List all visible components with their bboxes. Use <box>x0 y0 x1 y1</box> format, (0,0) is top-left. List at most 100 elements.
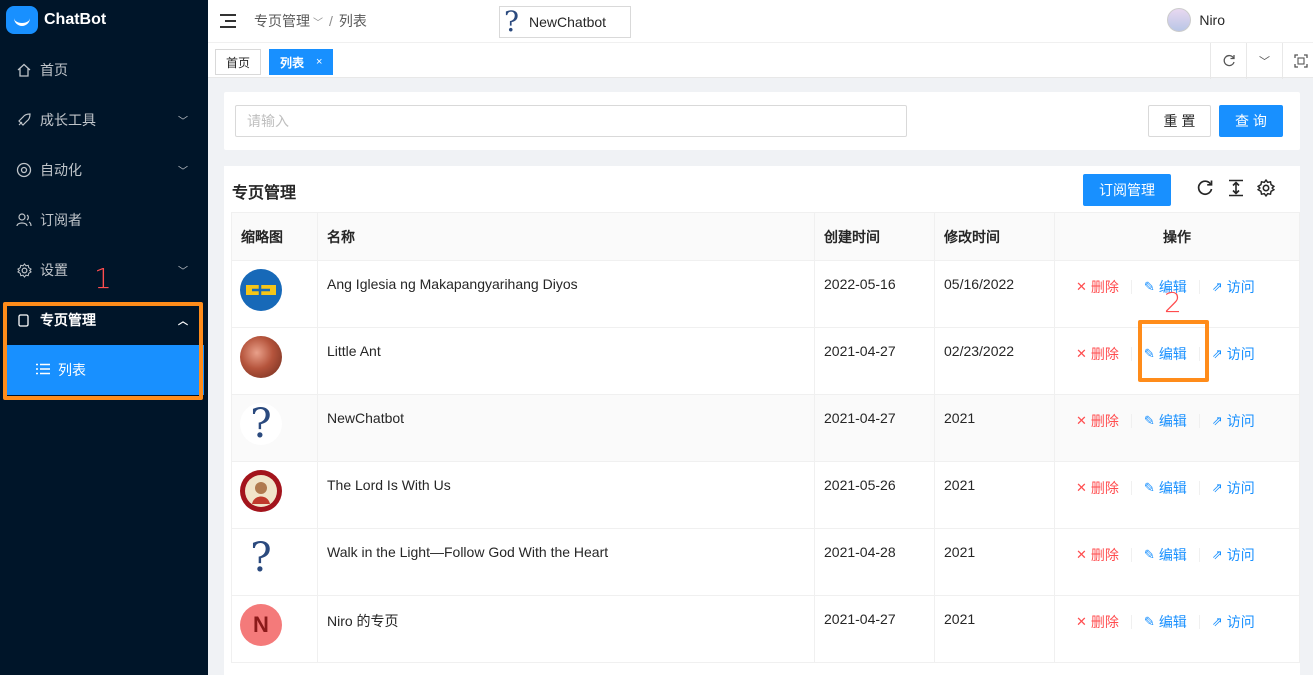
app-name: ChatBot <box>44 11 107 28</box>
edit-icon: ✎ <box>1143 480 1155 495</box>
avatar <box>1167 8 1192 32</box>
reload-tab-button[interactable] <box>1210 43 1246 79</box>
column-header-created: 创建时间 <box>814 212 935 261</box>
modified-cell: 2021 <box>934 528 1055 596</box>
settings-icon[interactable] <box>1256 178 1276 198</box>
tab-home[interactable]: 首页 <box>215 49 262 75</box>
question-mark-thumbnail: ? <box>240 403 282 445</box>
column-height-icon[interactable] <box>1226 178 1246 198</box>
delete-button[interactable]: ✕ 删除 <box>1076 277 1119 297</box>
home-icon <box>16 62 32 78</box>
sidebar-item-subscribers[interactable]: 订阅者 <box>0 195 208 245</box>
breadcrumb-parent[interactable]: 专页管理 <box>254 11 310 31</box>
thumbnail-cell <box>231 327 318 395</box>
pages-table: 缩略图 名称 创建时间 修改时间 操作 Ang Iglesia ng Makap… <box>231 212 1300 663</box>
delete-button[interactable]: ✕ 删除 <box>1076 478 1119 498</box>
question-mark-thumbnail: ? <box>240 537 282 579</box>
chevron-down-icon: ﹀ <box>178 166 188 178</box>
highlight-box-1 <box>3 302 203 400</box>
close-icon[interactable]: × <box>316 56 322 68</box>
share-icon: ⇗ <box>1211 413 1223 428</box>
gear-icon <box>16 262 32 278</box>
highlight-box-2 <box>1138 320 1209 382</box>
column-header-modified: 修改时间 <box>934 212 1055 261</box>
reset-button-label: 重 置 <box>1163 113 1196 129</box>
visit-button[interactable]: ⇗ 访问 <box>1212 344 1255 364</box>
table-row: The Lord Is With Us 2021-05-26 2021 ✕ 删除 … <box>231 461 1300 529</box>
tab-dropdown-button[interactable]: ﹀ <box>1246 43 1282 79</box>
delete-button[interactable]: ✕ 删除 <box>1076 411 1119 431</box>
users-icon <box>16 212 32 228</box>
actions-cell: ✕ 删除 ✎ 编辑 ⇗ 访问 <box>1054 394 1300 462</box>
app-logo[interactable]: ChatBot <box>0 0 208 40</box>
chatbot-logo-icon <box>6 6 38 34</box>
edit-button[interactable]: ✎ 编辑 <box>1144 612 1187 632</box>
name-cell: NewChatbot <box>317 394 815 462</box>
tab-list[interactable]: 列表 × <box>269 49 334 75</box>
breadcrumb-separator: / <box>329 13 333 29</box>
share-icon: ⇗ <box>1211 614 1223 629</box>
visit-button[interactable]: ⇗ 访问 <box>1212 545 1255 565</box>
rocket-icon <box>16 112 32 128</box>
reload-icon[interactable] <box>1195 178 1215 198</box>
menu-fold-icon[interactable] <box>220 14 236 28</box>
query-button[interactable]: 查 询 <box>1219 105 1283 137</box>
top-header: 专页管理 ﹀ / 列表 ? NewChatbot Niro <box>208 0 1313 42</box>
thumbnail-cell <box>231 260 318 328</box>
search-panel: 重 置 查 询 <box>224 92 1300 150</box>
photo-thumbnail <box>240 336 282 378</box>
fullscreen-button[interactable] <box>1282 43 1313 79</box>
actions-cell: ✕ 删除 ✎ 编辑 ⇗ 访问 <box>1054 528 1300 596</box>
annotation-number-1: 1 <box>94 262 112 295</box>
bot-selector[interactable]: ? NewChatbot <box>499 6 631 38</box>
delete-button[interactable]: ✕ 删除 <box>1076 344 1119 364</box>
table-panel: 专页管理 订阅管理 缩略图 名称 创建时间 修改时间 操作 Ang Iglesi… <box>224 166 1300 675</box>
bot-selector-label: NewChatbot <box>529 14 607 30</box>
modified-cell: 05/16/2022 <box>934 260 1055 328</box>
name-cell: The Lord Is With Us <box>317 461 815 529</box>
thumbnail-cell: ? <box>231 528 318 596</box>
created-cell: 2021-04-27 <box>814 595 935 663</box>
sidebar-item-label: 订阅者 <box>40 212 82 228</box>
sidebar-item-automation[interactable]: 自动化 ﹀ <box>0 145 208 195</box>
thumbnail-cell <box>231 461 318 529</box>
sidebar-item-growth-tools[interactable]: 成长工具 ﹀ <box>0 95 208 145</box>
user-menu[interactable]: Niro <box>1167 8 1225 32</box>
subscribe-management-button[interactable]: 订阅管理 <box>1083 174 1171 206</box>
edit-button[interactable]: ✎ 编辑 <box>1144 545 1187 565</box>
visit-button[interactable]: ⇗ 访问 <box>1212 612 1255 632</box>
name-cell: Little Ant <box>317 327 815 395</box>
close-icon: ✕ <box>1076 480 1087 495</box>
search-input[interactable] <box>235 105 907 137</box>
edit-icon: ✎ <box>1143 614 1155 629</box>
visit-button[interactable]: ⇗ 访问 <box>1212 478 1255 498</box>
annotation-number-2: 2 <box>1164 286 1182 319</box>
edit-button[interactable]: ✎ 编辑 <box>1144 411 1187 431</box>
visit-button[interactable]: ⇗ 访问 <box>1212 411 1255 431</box>
reset-button[interactable]: 重 置 <box>1148 105 1211 137</box>
actions-cell: ✕ 删除 ✎ 编辑 ⇗ 访问 <box>1054 461 1300 529</box>
created-cell: 2021-04-27 <box>814 327 935 395</box>
sidebar-item-label: 设置 <box>40 262 68 278</box>
question-mark-icon: ? <box>250 403 272 445</box>
column-header-name: 名称 <box>317 212 815 261</box>
visit-button[interactable]: ⇗ 访问 <box>1212 277 1255 297</box>
thumbnail-cell: N <box>231 595 318 663</box>
name-cell: Walk in the Light—Follow God With the He… <box>317 528 815 596</box>
question-mark-icon: ? <box>504 5 520 38</box>
close-icon: ✕ <box>1076 279 1087 294</box>
avatar-letter: N <box>253 612 269 637</box>
column-header-actions: 操作 <box>1054 212 1300 261</box>
close-icon: ✕ <box>1076 346 1087 361</box>
edit-button[interactable]: ✎ 编辑 <box>1144 478 1187 498</box>
query-button-label: 查 询 <box>1235 113 1267 129</box>
breadcrumb: 专页管理 ﹀ / 列表 <box>254 11 367 31</box>
modified-cell: 2021 <box>934 394 1055 462</box>
delete-button[interactable]: ✕ 删除 <box>1076 612 1119 632</box>
sidebar-item-home[interactable]: 首页 <box>0 45 208 95</box>
sidebar-item-label: 首页 <box>40 62 68 78</box>
reload-icon <box>1223 54 1235 67</box>
subscribe-management-label: 订阅管理 <box>1099 182 1155 198</box>
delete-button[interactable]: ✕ 删除 <box>1076 545 1119 565</box>
modified-cell: 2021 <box>934 461 1055 529</box>
